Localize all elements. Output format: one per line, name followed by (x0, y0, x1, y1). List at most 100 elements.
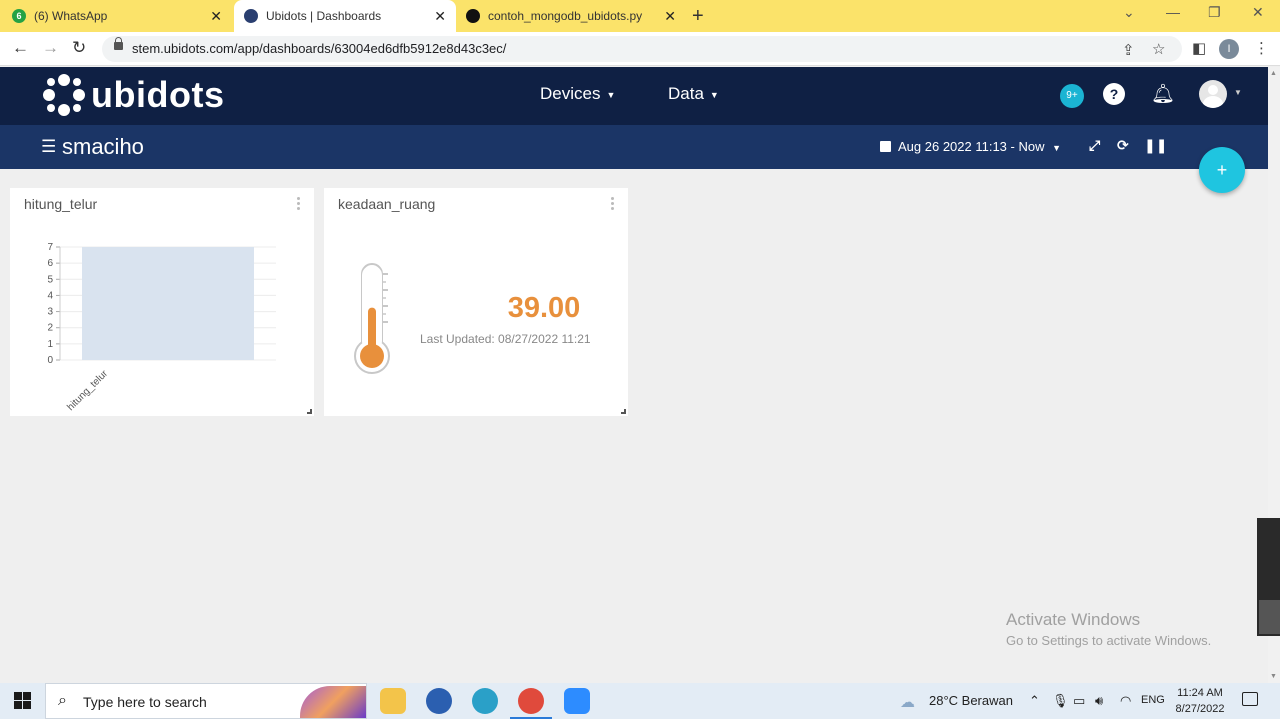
caret-down-icon[interactable]: ▼ (1234, 88, 1242, 97)
tab-label: contoh_mongodb_ubidots.py (488, 9, 643, 23)
menu-data[interactable]: Data ▼ (668, 84, 719, 104)
share-icon[interactable]: ⇪ (1122, 41, 1135, 59)
help-icon[interactable]: ? (1103, 83, 1125, 105)
zoom-icon[interactable] (564, 688, 590, 714)
thermometer-icon (354, 263, 390, 374)
volume-icon[interactable]: 🔊︎ (1095, 693, 1103, 709)
thermometer-widget[interactable]: keadaan_ruang 39.00 Last Updated: 08/27/… (324, 188, 628, 416)
side-panel-icon[interactable]: ◧ (1192, 39, 1206, 57)
fullscreen-icon[interactable]: ⤢ (1089, 137, 1100, 154)
show-hidden-icons-icon[interactable]: ⌃ (1029, 693, 1040, 709)
caret-down-icon: ▼ (1052, 143, 1062, 153)
notification-count-badge[interactable]: 9+ (1060, 84, 1084, 108)
bell-icon[interactable]: 🔔︎ (1151, 82, 1175, 106)
dashboard-name[interactable]: smaciho (62, 134, 144, 160)
y-tick-label: 5 (47, 274, 53, 285)
microphone-icon[interactable]: 🎙︎ (1052, 693, 1069, 709)
y-tick-label: 6 (47, 258, 53, 269)
file-explorer-icon[interactable] (380, 688, 406, 714)
activate-windows-title: Activate Windows (1006, 610, 1141, 629)
bar-chart: 0 1 2 3 4 5 6 7 hitung_telur (47, 242, 276, 413)
reload-button[interactable]: ↻ (72, 38, 86, 58)
lock-icon (114, 37, 123, 50)
chrome-icon[interactable] (510, 688, 552, 719)
wifi-icon[interactable]: ◠ (1120, 693, 1131, 709)
activate-windows-subtitle[interactable]: Go to Settings to activate Windows. (1006, 633, 1211, 648)
notification-center-icon[interactable] (1242, 692, 1258, 706)
restore-button[interactable]: ❐ (1208, 4, 1221, 21)
bar (82, 247, 254, 360)
tab-ubidots[interactable]: Ubidots | Dashboards ✕ (234, 0, 456, 32)
y-tick-label: 0 (47, 355, 53, 366)
windows-taskbar: ⌕ Type here to search ☁ 28°C Berawan ⌃ 🎙… (0, 683, 1280, 719)
address-bar[interactable]: stem.ubidots.com/app/dashboards/63004ed6… (102, 36, 1182, 62)
github-icon (466, 9, 480, 23)
search-highlight-image (300, 686, 366, 718)
y-tick-label: 3 (47, 307, 53, 318)
search-placeholder: Type here to search (83, 694, 207, 710)
close-tab-icon[interactable]: ✕ (210, 8, 222, 25)
windows-start-icon[interactable] (14, 692, 31, 709)
add-widget-button[interactable]: + (1199, 147, 1245, 193)
weather-text[interactable]: 28°C Berawan (929, 693, 1013, 708)
hamburger-menu-icon[interactable]: ☰ (41, 137, 56, 157)
resize-handle[interactable] (307, 409, 312, 414)
clock-time: 11:24 AM (1177, 687, 1223, 699)
taskbar-search-box[interactable]: ⌕ Type here to search (45, 683, 367, 719)
weather-cloud-icon: ☁ (900, 694, 915, 711)
y-tick-label: 1 (47, 339, 53, 350)
y-tick-label: 4 (47, 290, 53, 301)
y-tick-label: 7 (47, 242, 53, 253)
taskbar-clock[interactable]: 11:24 AM 8/27/2022 (1170, 685, 1230, 717)
close-window-button[interactable]: ✕ (1252, 4, 1264, 21)
profile-avatar[interactable]: I (1219, 39, 1239, 59)
scroll-down-icon[interactable]: ▼ (1270, 673, 1277, 680)
sensor-value: 39.00 (507, 292, 581, 324)
menu-label: Data (668, 84, 704, 103)
language-indicator[interactable]: ENG (1141, 694, 1165, 706)
pause-icon[interactable]: ❚❚ (1144, 137, 1167, 154)
bookmark-star-icon[interactable]: ☆ (1152, 40, 1165, 58)
date-range-text: Aug 26 2022 11:13 - Now (898, 139, 1045, 154)
dashboard-bar: ☰ smaciho Aug 26 2022 11:13 - Now ▼ ⤢ ⟳ … (0, 125, 1268, 169)
close-tab-icon[interactable]: ✕ (664, 8, 676, 25)
battery-icon[interactable]: ▭ (1073, 693, 1085, 709)
resize-handle[interactable] (621, 409, 626, 414)
app-icon[interactable] (426, 688, 452, 714)
screen: 6 (6) WhatsApp ✕ Ubidots | Dashboards ✕ … (0, 0, 1280, 719)
caret-down-icon: ▼ (709, 89, 719, 100)
y-tick-label: 2 (47, 323, 53, 334)
clock-date: 8/27/2022 (1175, 703, 1225, 715)
logo-text: ubidots (91, 74, 225, 115)
caret-down-icon: ▼ (606, 89, 616, 100)
last-updated-text: Last Updated: 08/27/2022 11:21 (420, 332, 591, 346)
logo-dots-icon (43, 74, 85, 116)
tab-label: Ubidots | Dashboards (266, 9, 382, 23)
widget-menu-icon[interactable] (611, 197, 614, 211)
close-tab-icon[interactable]: ✕ (434, 8, 446, 25)
x-tick-label: hitung_telur (65, 368, 110, 413)
tab-github[interactable]: contoh_mongodb_ubidots.py ✕ (466, 0, 686, 32)
calendar-icon (880, 141, 891, 152)
widget-title: keadaan_ruang (338, 196, 436, 212)
refresh-icon[interactable]: ⟳ (1117, 137, 1129, 154)
date-range-picker[interactable]: Aug 26 2022 11:13 - Now ▼ (880, 139, 1061, 154)
whatsapp-icon: 6 (12, 9, 26, 23)
edge-icon[interactable] (472, 688, 498, 714)
menu-label: Devices (540, 84, 601, 103)
tab-whatsapp[interactable]: 6 (6) WhatsApp ✕ (12, 0, 232, 32)
chart-widget[interactable]: hitung_telur 0 1 2 3 4 5 6 7 hitung_telur (10, 188, 314, 416)
search-icon: ⌕ (58, 692, 67, 709)
user-avatar[interactable] (1199, 80, 1227, 108)
minimize-button[interactable]: — (1166, 4, 1180, 20)
floating-side-thumbnail[interactable] (1259, 600, 1280, 634)
tab-search-icon[interactable]: ⌄ (1123, 4, 1135, 21)
ubidots-logo[interactable]: ubidots (43, 74, 224, 116)
scroll-up-icon[interactable]: ▲ (1270, 70, 1277, 77)
new-tab-button[interactable]: + (692, 5, 704, 28)
chrome-menu-icon[interactable]: ⋮ (1254, 39, 1269, 57)
ubidots-favicon-icon (244, 9, 258, 23)
forward-button[interactable]: → (42, 38, 59, 58)
back-button[interactable]: ← (12, 38, 29, 58)
menu-devices[interactable]: Devices ▼ (540, 84, 615, 104)
